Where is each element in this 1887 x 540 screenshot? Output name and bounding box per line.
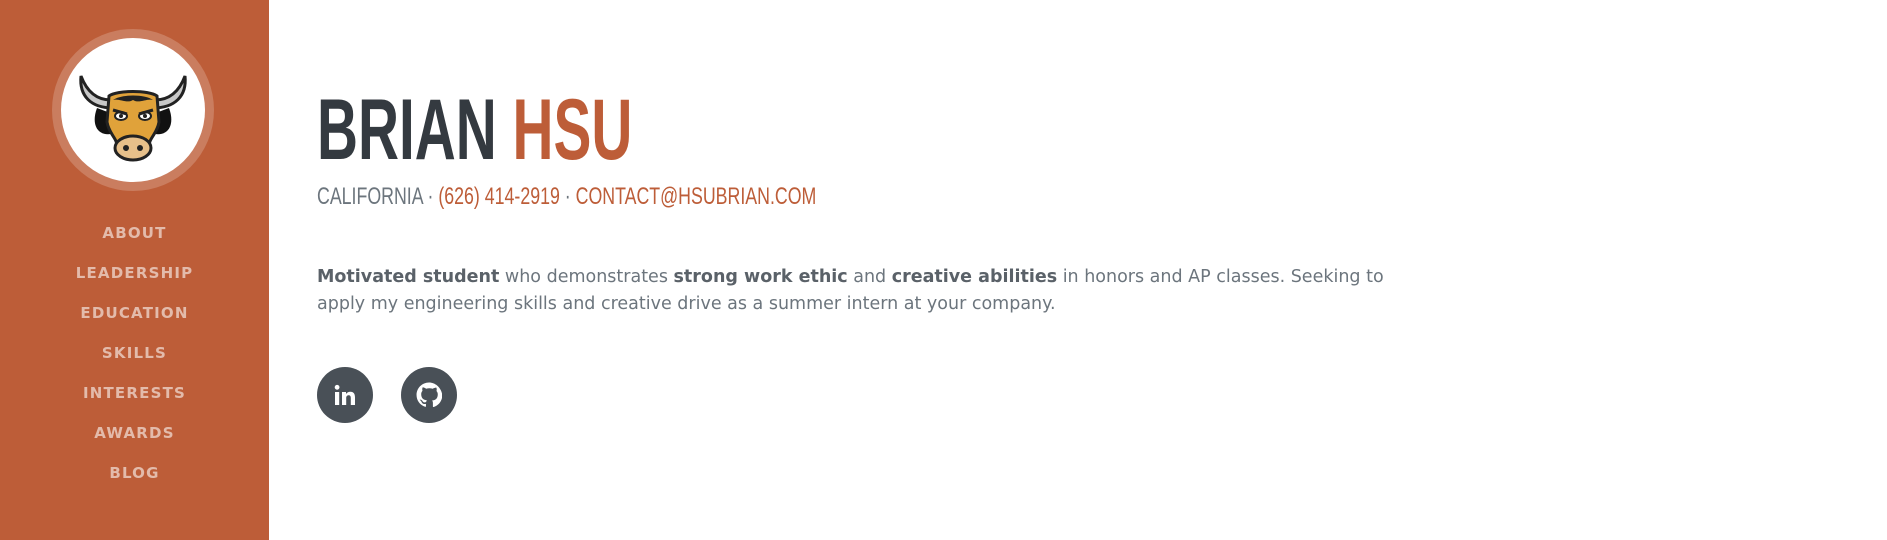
about-section: BRIAN HSU CALIFORNIA · (626) 414-2919 · … — [269, 0, 1887, 540]
sidebar: ABOUT LEADERSHIP EDUCATION SKILLS INTERE… — [0, 0, 269, 540]
last-name: HSU — [512, 82, 633, 178]
email-link[interactable]: CONTACT@HSUBRIAN.COM — [576, 183, 817, 210]
github-button[interactable] — [401, 367, 457, 423]
avatar-image — [61, 38, 205, 182]
nav-link-leadership[interactable]: LEADERSHIP — [76, 264, 194, 282]
intro-bold-2: strong work ethic — [673, 267, 848, 287]
linkedin-icon — [334, 384, 355, 405]
nav-item-skills: SKILLS — [0, 333, 269, 373]
nav-item-interests: INTERESTS — [0, 373, 269, 413]
social-icons — [317, 367, 457, 423]
intro-bold-1: Motivated student — [317, 267, 500, 287]
linkedin-button[interactable] — [317, 367, 373, 423]
separator: · — [559, 183, 576, 210]
sidebar-nav: ABOUT LEADERSHIP EDUCATION SKILLS INTERE… — [0, 213, 269, 493]
separator: · — [422, 183, 439, 210]
nav-item-leadership: LEADERSHIP — [0, 253, 269, 293]
github-icon — [416, 382, 442, 408]
first-name: BRIAN — [317, 82, 497, 178]
nav-item-blog: BLOG — [0, 453, 269, 493]
intro-text: Motivated student who demonstrates stron… — [317, 264, 1427, 318]
nav-link-skills[interactable]: SKILLS — [102, 344, 167, 362]
nav-item-awards: AWARDS — [0, 413, 269, 453]
nav-link-interests[interactable]: INTERESTS — [83, 384, 186, 402]
phone-link[interactable]: (626) 414-2919 — [438, 183, 559, 210]
nav-item-about: ABOUT — [0, 213, 269, 253]
nav-link-awards[interactable]: AWARDS — [94, 424, 174, 442]
contact-line: CALIFORNIA · (626) 414-2919 · CONTACT@HS… — [317, 182, 816, 212]
bull-logo-icon — [79, 75, 187, 162]
location-text: CALIFORNIA — [317, 183, 423, 210]
intro-text-2: and — [847, 267, 892, 287]
avatar[interactable] — [52, 29, 214, 191]
nav-link-blog[interactable]: BLOG — [109, 464, 159, 482]
intro-bold-3: creative abilities — [891, 267, 1058, 287]
nav-link-about[interactable]: ABOUT — [102, 224, 166, 242]
intro-text-1: who demonstrates — [499, 267, 674, 287]
page-title: BRIAN HSU — [317, 84, 632, 176]
nav-item-education: EDUCATION — [0, 293, 269, 333]
nav-link-education[interactable]: EDUCATION — [80, 304, 188, 322]
